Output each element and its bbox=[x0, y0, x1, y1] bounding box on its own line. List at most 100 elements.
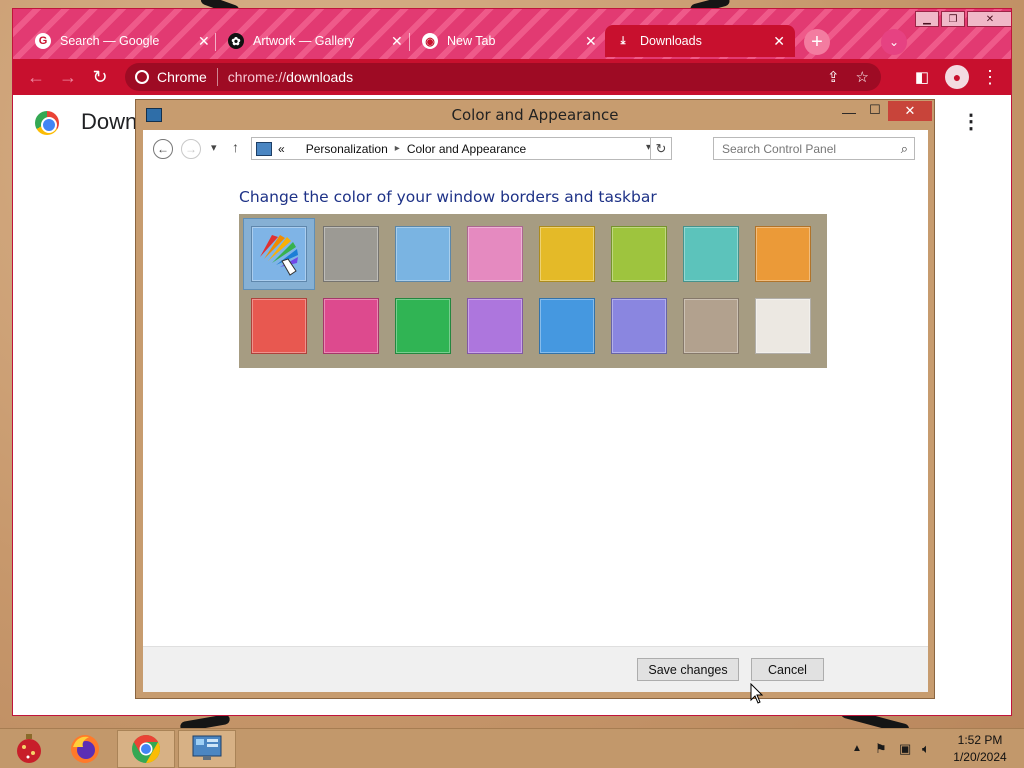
minimize-icon[interactable]: ▁ bbox=[915, 11, 939, 27]
color-swatch-automatic[interactable] bbox=[243, 218, 315, 290]
url-scheme: chrome:// bbox=[227, 69, 287, 85]
back-icon[interactable]: ← bbox=[153, 139, 173, 159]
color-swatch-red[interactable] bbox=[243, 290, 315, 362]
color-swatch-violet[interactable] bbox=[459, 290, 531, 362]
color-swatch-fill bbox=[611, 298, 667, 354]
omnibox-actions: ⇪ ☆ bbox=[827, 68, 869, 86]
firefox-icon bbox=[71, 735, 99, 763]
forward-icon[interactable]: → bbox=[181, 139, 201, 159]
browser-window-controls: ▁ ❐ ✕ bbox=[915, 11, 1011, 27]
control-panel-icon bbox=[256, 141, 272, 156]
restore-icon[interactable]: ❐ bbox=[941, 11, 965, 27]
network-icon[interactable]: ▣ bbox=[899, 741, 911, 757]
cancel-button[interactable]: Cancel bbox=[751, 658, 824, 681]
download-icon: ⤓ bbox=[620, 34, 626, 47]
color-swatch-gold[interactable] bbox=[531, 218, 603, 290]
color-swatch-gray[interactable] bbox=[315, 218, 387, 290]
reload-icon[interactable]: ↻ bbox=[89, 66, 111, 88]
tab-title: Artwork — Gallery bbox=[253, 34, 355, 48]
color-swatch-pink[interactable] bbox=[459, 218, 531, 290]
up-icon[interactable]: ↑ bbox=[232, 139, 239, 155]
color-swatch-fill bbox=[539, 298, 595, 354]
profile-avatar-icon[interactable]: ● bbox=[945, 65, 969, 89]
tab-divider bbox=[215, 33, 216, 51]
refresh-icon[interactable]: ↻ bbox=[650, 138, 671, 159]
minimize-icon[interactable]: — bbox=[836, 104, 862, 124]
tab-search-button[interactable]: ⌄ bbox=[881, 29, 907, 55]
tab-close-icon[interactable]: ✕ bbox=[773, 33, 785, 50]
search-icon[interactable]: ⌕ bbox=[901, 141, 908, 157]
volume-muted-icon[interactable]: 🔈︎ bbox=[922, 741, 930, 757]
close-icon[interactable]: ✕ bbox=[888, 101, 932, 121]
address-bar[interactable]: Chrome chrome://downloads ⇪ ☆ bbox=[125, 63, 881, 91]
color-swatch-sky-blue[interactable] bbox=[387, 218, 459, 290]
taskbar-clock[interactable]: 1:52 PM 1/20/2024 bbox=[944, 732, 1016, 766]
color-swatch-fill bbox=[323, 226, 379, 282]
start-button[interactable] bbox=[0, 730, 58, 768]
color-swatch-taupe[interactable] bbox=[675, 290, 747, 362]
side-panel-icon[interactable]: ◧ bbox=[911, 66, 933, 88]
show-hidden-icons-icon[interactable]: ▲ bbox=[852, 743, 862, 754]
taskbar-control-panel[interactable] bbox=[178, 730, 236, 768]
color-swatch-fill bbox=[755, 226, 811, 282]
tab-title: Search — Google bbox=[60, 34, 160, 48]
breadcrumb-separator[interactable]: ▸ bbox=[395, 143, 400, 154]
chrome-icon: ◉ bbox=[422, 33, 438, 49]
navigation-bar: ← → ▾ ↑ « ▸ Personalization ▸ Color and … bbox=[143, 130, 928, 166]
action-center-flag-icon[interactable]: ⚑ bbox=[875, 741, 887, 757]
maximize-icon[interactable]: ☐ bbox=[862, 102, 888, 122]
color-swatch-fill bbox=[467, 226, 523, 282]
url-text: chrome://downloads bbox=[228, 69, 353, 85]
tab-close-icon[interactable]: ✕ bbox=[585, 33, 597, 50]
breadcrumb-personalization[interactable]: Personalization bbox=[306, 142, 388, 156]
tab-4-active[interactable]: ⤓ Downloads ✕ bbox=[605, 25, 795, 57]
color-swatch-fill bbox=[395, 226, 451, 282]
recent-locations-icon[interactable]: ▾ bbox=[211, 141, 217, 154]
window-title: Color and Appearance bbox=[451, 106, 619, 124]
new-tab-button[interactable]: + bbox=[804, 29, 830, 55]
color-swatch-lime[interactable] bbox=[603, 218, 675, 290]
color-swatch-green[interactable] bbox=[387, 290, 459, 362]
share-icon[interactable]: ⇪ bbox=[827, 68, 840, 86]
tab-title: New Tab bbox=[447, 34, 496, 48]
taskbar-chrome[interactable] bbox=[117, 730, 175, 768]
breadcrumb-overflow[interactable]: « bbox=[278, 142, 285, 156]
color-swatch-off-white[interactable] bbox=[747, 290, 819, 362]
more-actions-icon[interactable]: ⋮ bbox=[961, 109, 981, 134]
color-swatch-orange[interactable] bbox=[747, 218, 819, 290]
save-changes-button[interactable]: Save changes bbox=[637, 658, 739, 681]
paw-icon: ✿ bbox=[228, 33, 244, 49]
color-swatch-teal[interactable] bbox=[675, 218, 747, 290]
site-label: Chrome bbox=[157, 69, 207, 85]
menu-icon[interactable]: ⋮ bbox=[979, 66, 1001, 88]
tab-close-icon[interactable]: ✕ bbox=[198, 33, 210, 50]
taskbar-firefox[interactable] bbox=[56, 730, 114, 768]
bookmark-star-icon[interactable]: ☆ bbox=[856, 68, 869, 86]
color-swatch-periwinkle[interactable] bbox=[603, 290, 675, 362]
color-swatch-fill bbox=[323, 298, 379, 354]
tab-1[interactable]: G Search — Google ✕ bbox=[25, 25, 220, 57]
color-swatch-fill bbox=[683, 298, 739, 354]
chrome-icon bbox=[132, 735, 160, 763]
color-swatch-blue[interactable] bbox=[531, 290, 603, 362]
search-input[interactable]: Search Control Panel ⌕ bbox=[713, 137, 915, 160]
breadcrumb-color-appearance[interactable]: Color and Appearance bbox=[407, 142, 526, 156]
color-swatch-fill bbox=[251, 298, 307, 354]
site-chip[interactable]: Chrome bbox=[125, 69, 207, 85]
close-icon[interactable]: ✕ bbox=[967, 11, 1011, 27]
forward-icon[interactable]: → bbox=[57, 66, 79, 88]
tab-strip: ▁ ❐ ✕ G Search — Google ✕ ✿ Artwork — Ga… bbox=[13, 9, 1011, 59]
browser-toolbar: ← → ↻ Chrome chrome://downloads ⇪ ☆ ◧ ⋮ bbox=[13, 59, 1011, 95]
address-bar[interactable]: « ▸ Personalization ▸ Color and Appearan… bbox=[251, 137, 672, 160]
back-icon[interactable]: ← bbox=[25, 66, 47, 88]
tab-2[interactable]: ✿ Artwork — Gallery ✕ bbox=[218, 25, 413, 57]
tab-close-icon[interactable]: ✕ bbox=[391, 33, 403, 50]
ornament-icon bbox=[17, 734, 41, 763]
clock-date: 1/20/2024 bbox=[953, 750, 1007, 764]
search-placeholder: Search Control Panel bbox=[722, 142, 837, 156]
tab-3[interactable]: ◉ New Tab ✕ bbox=[412, 25, 607, 57]
url-path: downloads bbox=[286, 69, 354, 85]
chrome-logo-icon bbox=[35, 111, 59, 135]
color-palette bbox=[239, 214, 827, 368]
color-swatch-magenta[interactable] bbox=[315, 290, 387, 362]
